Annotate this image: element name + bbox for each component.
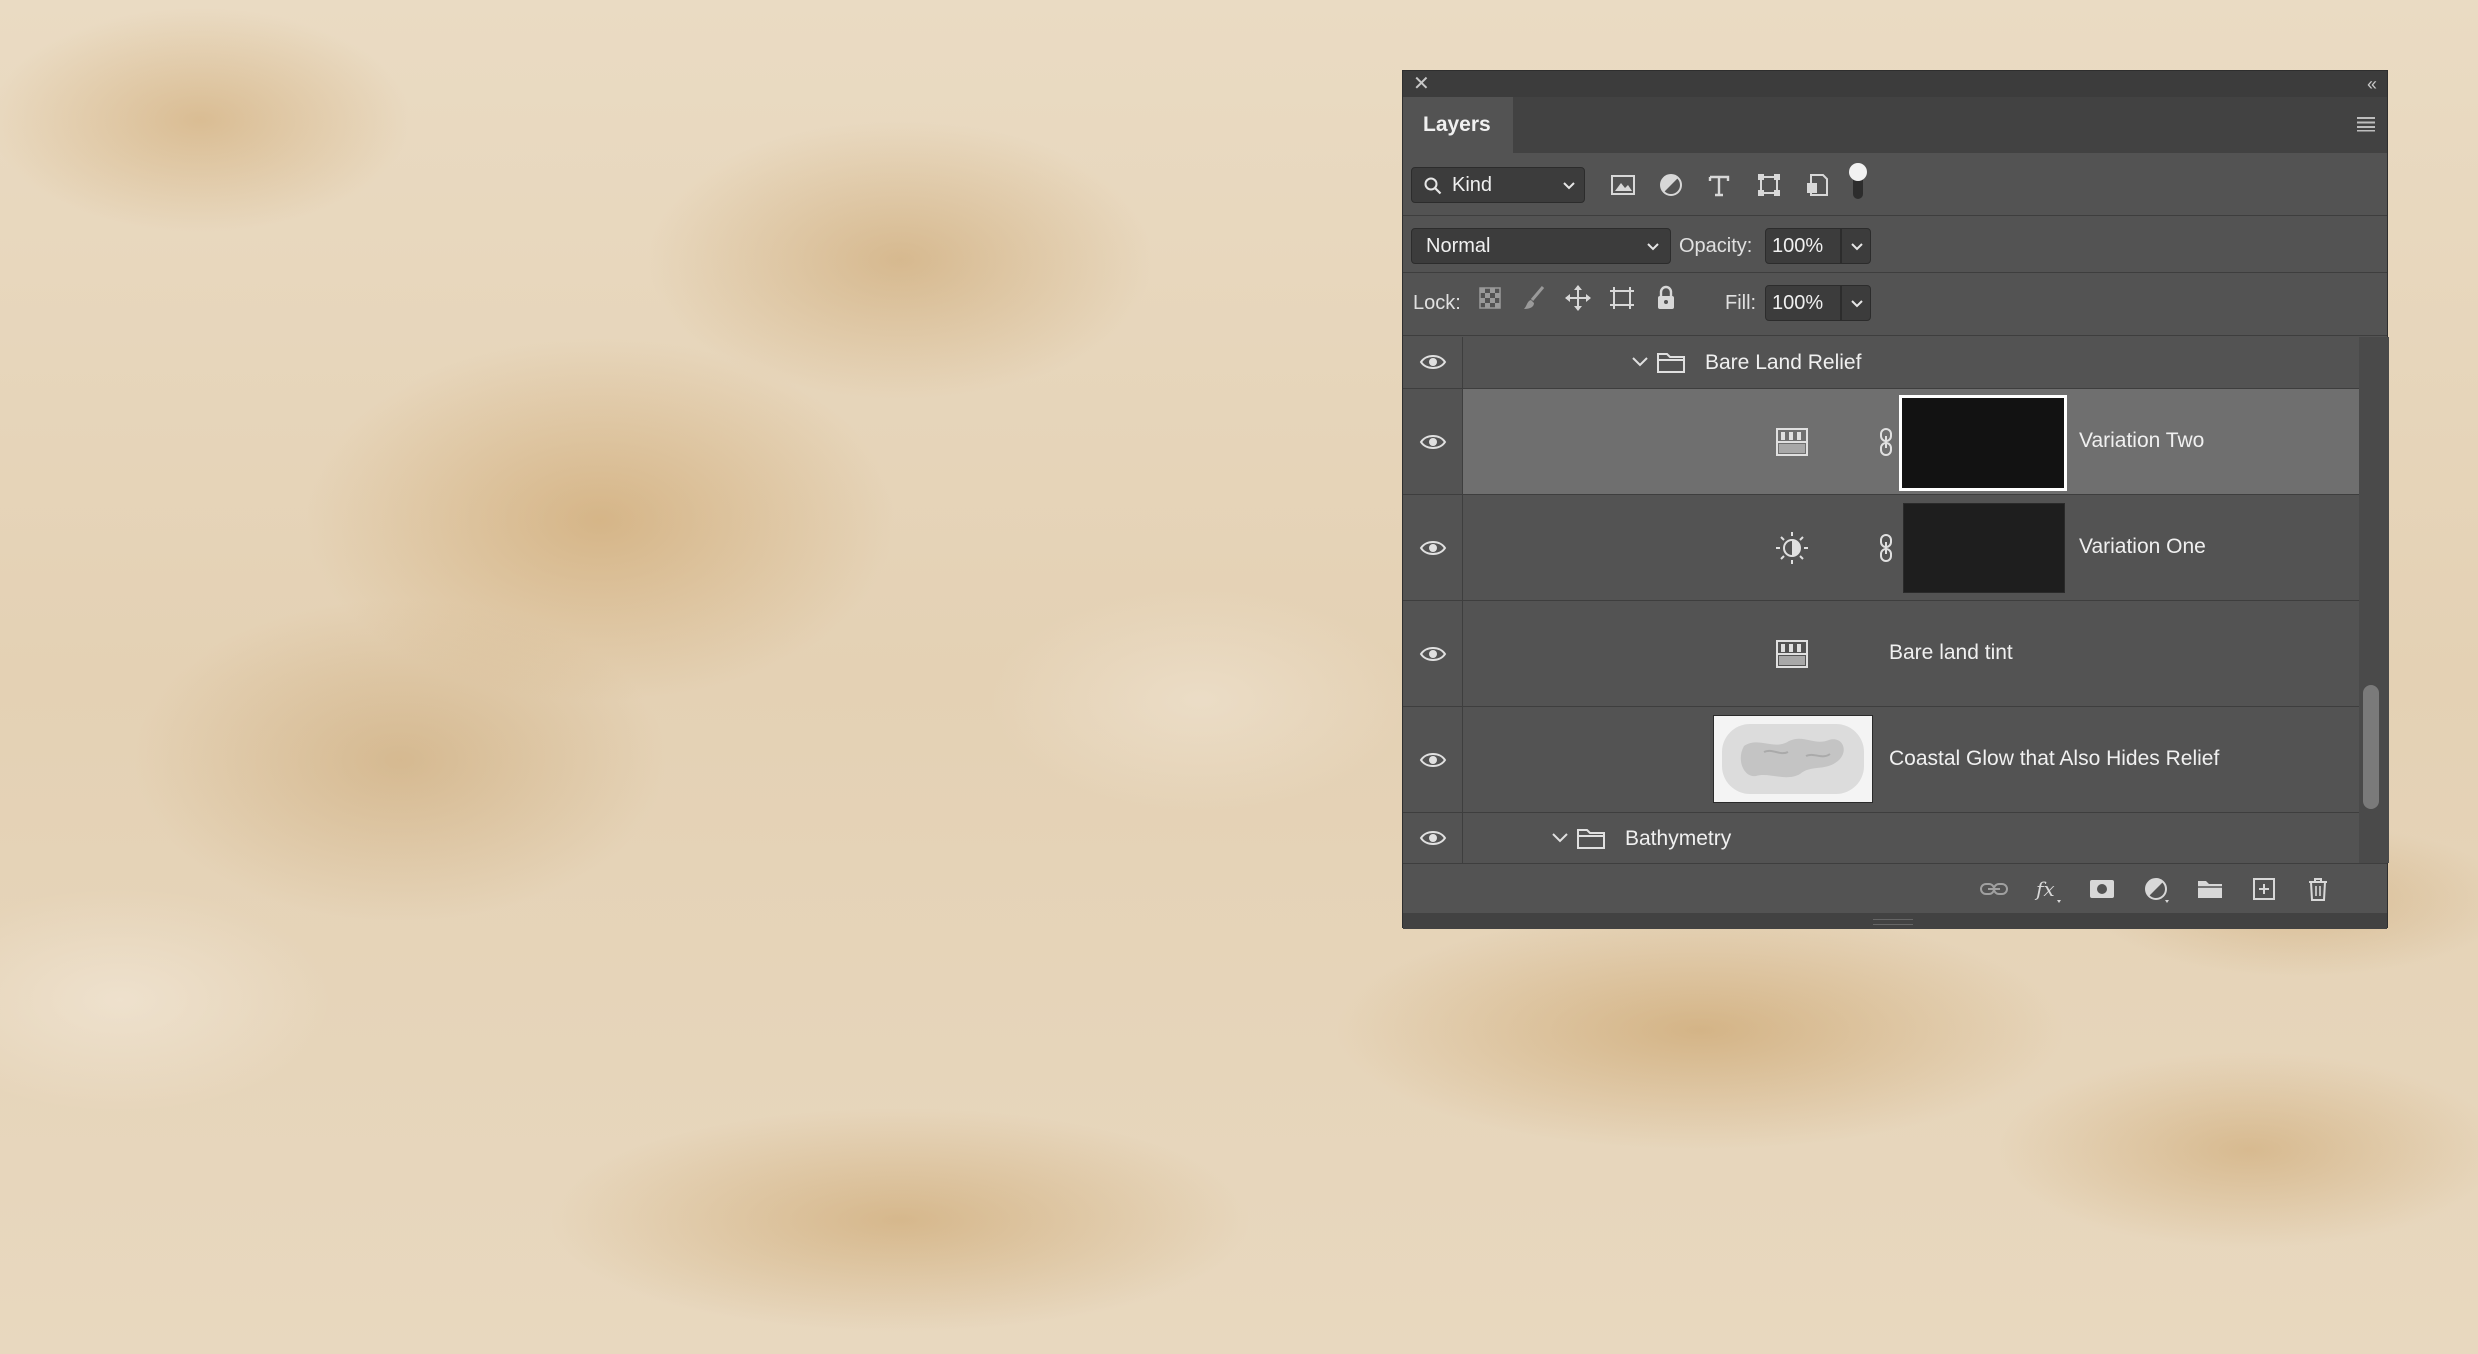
- tab-layers[interactable]: Layers: [1403, 97, 1513, 153]
- relief-thumbnail-icon: [1722, 724, 1864, 794]
- visibility-toggle[interactable]: [1403, 389, 1463, 494]
- new-group-icon[interactable]: [2195, 874, 2225, 904]
- visibility-toggle[interactable]: [1403, 601, 1463, 706]
- filter-kind-select[interactable]: Kind: [1411, 167, 1585, 203]
- opacity-dropdown[interactable]: [1841, 228, 1871, 264]
- shape-layer-filter-icon[interactable]: [1753, 169, 1785, 201]
- panel-resize-handle[interactable]: [1403, 913, 2387, 929]
- search-icon: [1424, 177, 1442, 195]
- fill-label: Fill:: [1725, 292, 1757, 314]
- eye-icon[interactable]: [1419, 537, 1447, 559]
- eye-icon[interactable]: [1419, 431, 1447, 453]
- layer-name: Variation One: [2079, 535, 2206, 558]
- layer-name: Bathymetry: [1625, 827, 1732, 850]
- fx-icon[interactable]: fx: [2033, 874, 2063, 904]
- layer-name: Variation Two: [2079, 429, 2205, 452]
- layer-thumbnail[interactable]: [1713, 715, 1873, 803]
- delete-layer-icon[interactable]: [2303, 874, 2333, 904]
- chevron-down-icon: [1851, 300, 1863, 308]
- visibility-toggle[interactable]: [1403, 813, 1463, 863]
- panel-bottom-bar: fx: [1403, 863, 2387, 914]
- layer-name: Bare Land Relief: [1705, 351, 1862, 374]
- lock-artboard-icon[interactable]: [1607, 283, 1637, 313]
- eye-icon[interactable]: [1419, 827, 1447, 849]
- lock-image-pixels-icon[interactable]: [1519, 283, 1549, 313]
- layers-panel: ✕ ‹‹ Layers Kind Normal Opacity: 100% Lo…: [1402, 70, 2389, 929]
- svg-text:fx: fx: [2034, 877, 2055, 901]
- visibility-toggle[interactable]: [1403, 337, 1463, 388]
- pixel-layer-filter-icon[interactable]: [1607, 169, 1639, 201]
- add-mask-icon[interactable]: [2087, 874, 2117, 904]
- collapse-icon[interactable]: ‹‹: [2367, 73, 2377, 95]
- close-icon[interactable]: ✕: [1413, 73, 1430, 95]
- chevron-down-icon[interactable]: [1631, 355, 1649, 369]
- panel-titlebar[interactable]: ✕ ‹‹: [1403, 71, 2387, 97]
- visibility-toggle[interactable]: [1403, 495, 1463, 600]
- lock-all-icon[interactable]: [1651, 283, 1681, 313]
- layer-mask-thumbnail[interactable]: [1899, 395, 2067, 491]
- filter-row: Kind: [1403, 153, 2387, 215]
- fill-dropdown[interactable]: [1841, 285, 1871, 321]
- blend-row: Normal Opacity: 100%: [1403, 216, 2387, 272]
- filter-kind-label: Kind: [1452, 174, 1493, 196]
- layer-mask-thumbnail[interactable]: [1903, 503, 2065, 593]
- eye-icon[interactable]: [1419, 351, 1447, 373]
- chevron-down-icon: [1647, 243, 1659, 251]
- blend-mode-value: Normal: [1426, 235, 1491, 257]
- filter-toggle[interactable]: [1849, 163, 1867, 199]
- layer-list: Bare Land Relief Variation Two Variation…: [1403, 337, 2359, 863]
- scrollbar-thumb[interactable]: [2363, 685, 2379, 809]
- link-layers-icon[interactable]: [1979, 874, 2009, 904]
- adjustment-layer-filter-icon[interactable]: [1655, 169, 1687, 201]
- chevron-down-icon[interactable]: [1551, 831, 1569, 845]
- brightness-contrast-icon[interactable]: [1775, 531, 1809, 565]
- layer-row-variation-two[interactable]: Variation Two: [1403, 389, 2359, 495]
- chevron-down-icon: [1563, 182, 1575, 190]
- gradient-map-icon[interactable]: [1775, 425, 1809, 459]
- opacity-field[interactable]: 100%: [1765, 228, 1841, 264]
- mask-link-icon[interactable]: [1877, 427, 1895, 457]
- layer-row-coastal-glow[interactable]: Coastal Glow that Also Hides Relief: [1403, 707, 2359, 813]
- panel-tab-row: Layers: [1403, 97, 2387, 153]
- layer-row-bare-land-tint[interactable]: Bare land tint: [1403, 601, 2359, 707]
- lock-row: Lock: Fill: 100%: [1403, 273, 2387, 335]
- blend-mode-select[interactable]: Normal: [1411, 228, 1671, 264]
- visibility-toggle[interactable]: [1403, 707, 1463, 812]
- layer-row-bare-land-relief[interactable]: Bare Land Relief: [1403, 337, 2359, 389]
- panel-menu-icon[interactable]: [2355, 113, 2377, 135]
- new-adjustment-layer-icon[interactable]: [2141, 874, 2171, 904]
- mask-link-icon[interactable]: [1877, 533, 1895, 563]
- lock-position-icon[interactable]: [1563, 283, 1593, 313]
- type-layer-filter-icon[interactable]: [1703, 169, 1735, 201]
- opacity-label: Opacity:: [1679, 235, 1753, 257]
- fill-field[interactable]: 100%: [1765, 285, 1841, 321]
- lock-label: Lock:: [1413, 292, 1461, 314]
- folder-icon: [1577, 829, 1605, 849]
- eye-icon[interactable]: [1419, 643, 1447, 665]
- layer-name: Bare land tint: [1889, 641, 2013, 664]
- layer-name: Coastal Glow that Also Hides Relief: [1889, 747, 2220, 770]
- new-layer-icon[interactable]: [2249, 874, 2279, 904]
- smart-object-filter-icon[interactable]: [1801, 169, 1833, 201]
- gradient-map-icon[interactable]: [1775, 637, 1809, 671]
- eye-icon[interactable]: [1419, 749, 1447, 771]
- lock-transparent-pixels-icon[interactable]: [1475, 283, 1505, 313]
- layer-row-bathymetry[interactable]: Bathymetry: [1403, 813, 2359, 863]
- layer-row-variation-one[interactable]: Variation One: [1403, 495, 2359, 601]
- chevron-down-icon: [1851, 243, 1863, 251]
- folder-icon: [1657, 353, 1685, 373]
